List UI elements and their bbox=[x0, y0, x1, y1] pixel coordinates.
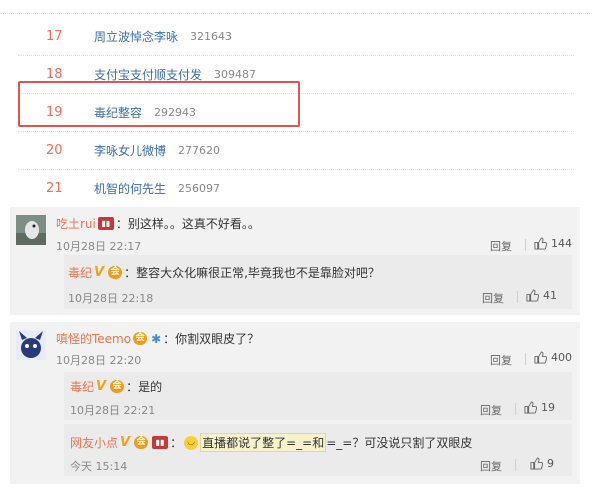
reply-time: 今天 15:14 bbox=[70, 460, 128, 473]
thumbs-up-icon bbox=[526, 289, 539, 302]
like-count: 9 bbox=[547, 457, 554, 470]
comment-author[interactable]: 嗔怪的Teemo bbox=[56, 330, 131, 347]
trend-rank: 21 bbox=[46, 181, 63, 196]
sub-reply: 毒纪 V 会 ：整容大众化嘛很正常,毕竟我也不是靠脸对吧？ 10月28日 22:… bbox=[64, 255, 572, 309]
comment-card: 嗔怪的Teemo 会 ✱ ：你割双眼皮了？ 10月28日 22:20 回复 40… bbox=[10, 322, 580, 484]
reply-text: =_=？可没说只割了双眼皮 bbox=[326, 436, 473, 450]
reply-text-quoted: 直播都说了整了=_=和 bbox=[200, 433, 327, 452]
badge-icon: ▮▮ bbox=[97, 217, 114, 230]
trend-count: 256097 bbox=[178, 182, 221, 195]
vip-icon: V bbox=[120, 435, 131, 450]
reply-button[interactable]: 回复 bbox=[482, 290, 504, 306]
member-icon: 会 bbox=[108, 266, 123, 279]
comment-time: 10月28日 22:17 bbox=[56, 240, 142, 253]
thumbs-up-icon bbox=[534, 351, 547, 364]
trend-count: 292943 bbox=[154, 106, 197, 119]
like-count: 19 bbox=[541, 401, 555, 414]
reply-text-prefix: ： bbox=[170, 436, 183, 450]
trend-count: 321643 bbox=[190, 30, 233, 43]
divider bbox=[515, 403, 516, 415]
trend-rank: 17 bbox=[46, 29, 63, 44]
trend-row[interactable]: 20 李咏女儿微博 277620 bbox=[18, 132, 574, 170]
like-count: 41 bbox=[543, 289, 557, 302]
reply-button[interactable]: 回复 bbox=[490, 238, 512, 254]
trend-title[interactable]: 毒纪整容 bbox=[94, 104, 142, 121]
like-count: 400 bbox=[551, 351, 572, 364]
trend-rank: 18 bbox=[46, 67, 63, 82]
reply-time: 10月28日 22:21 bbox=[70, 404, 156, 417]
comment-card: 吃土rui ▮▮ ：别这样。。这真不好看。。 10月28日 22:17 回复 1… bbox=[10, 207, 580, 315]
badge-icon: ✱ bbox=[151, 331, 162, 346]
trend-title[interactable]: 机智的何先生 bbox=[94, 180, 166, 197]
like-button[interactable]: 9 bbox=[530, 457, 554, 470]
thumbs-up-icon bbox=[534, 237, 547, 250]
top-divider bbox=[0, 0, 592, 14]
thumbs-up-icon bbox=[530, 457, 543, 470]
trend-rank: 20 bbox=[46, 143, 63, 158]
like-button[interactable]: 19 bbox=[524, 401, 555, 414]
member-icon: 会 bbox=[110, 380, 125, 393]
reply-button[interactable]: 回复 bbox=[490, 352, 512, 368]
trend-row[interactable]: 17 周立波悼念李咏 321643 bbox=[18, 18, 574, 56]
trend-row[interactable]: 19 毒纪整容 292943 bbox=[18, 94, 574, 132]
member-icon: 会 bbox=[133, 332, 148, 345]
comment-text: ：你割双眼皮了？ bbox=[163, 332, 260, 346]
avatar[interactable] bbox=[16, 330, 46, 360]
vip-icon: V bbox=[94, 265, 105, 280]
like-button[interactable]: 144 bbox=[534, 237, 572, 250]
emoji-icon: ◡ bbox=[184, 435, 199, 450]
divider bbox=[525, 353, 526, 365]
divider bbox=[515, 459, 516, 471]
like-count: 144 bbox=[551, 237, 572, 250]
comment-time: 10月28日 22:20 bbox=[56, 354, 142, 367]
comment-text: ：别这样。。这真不好看。。 bbox=[115, 217, 260, 231]
trend-title[interactable]: 周立波悼念李咏 bbox=[94, 28, 178, 45]
member-icon: 会 bbox=[134, 436, 149, 449]
comment-author[interactable]: 吃土rui bbox=[56, 215, 96, 232]
trend-title[interactable]: 支付宝支付顺支付发 bbox=[94, 66, 202, 83]
sub-reply: 网友小点 V 会 ▮▮ ： ◡ 直播都说了整了=_=和 =_=？可没说只割了双眼… bbox=[64, 424, 572, 476]
trend-title[interactable]: 李咏女儿微博 bbox=[94, 142, 166, 159]
avatar[interactable] bbox=[16, 215, 46, 245]
trend-count: 309487 bbox=[214, 68, 257, 81]
trend-count: 277620 bbox=[178, 144, 221, 157]
badge-icon: ▮▮ bbox=[152, 436, 169, 449]
reply-author[interactable]: 网友小点 bbox=[70, 434, 118, 451]
reply-author[interactable]: 毒纪 bbox=[70, 378, 94, 395]
reply-button[interactable]: 回复 bbox=[480, 458, 502, 474]
trend-rank: 19 bbox=[46, 105, 63, 120]
divider bbox=[525, 239, 526, 251]
divider bbox=[517, 291, 518, 303]
trend-row[interactable]: 18 支付宝支付顺支付发 309487 bbox=[18, 56, 574, 94]
reply-text: ：整容大众化嘛很正常,毕竟我也不是靠脸对吧？ bbox=[124, 266, 380, 280]
sub-reply: 毒纪 V 会 ：是的 10月28日 22:21 回复 19 bbox=[64, 372, 572, 420]
thumbs-up-icon bbox=[524, 401, 537, 414]
like-button[interactable]: 41 bbox=[526, 289, 557, 302]
vip-icon: V bbox=[96, 379, 107, 394]
trend-row[interactable]: 21 机智的何先生 256097 bbox=[18, 170, 574, 208]
reply-text: ：是的 bbox=[126, 380, 163, 394]
reply-button[interactable]: 回复 bbox=[480, 402, 502, 418]
like-button[interactable]: 400 bbox=[534, 351, 572, 364]
hot-search-list: 17 周立波悼念李咏 321643 18 支付宝支付顺支付发 309487 19… bbox=[18, 18, 574, 208]
reply-author[interactable]: 毒纪 bbox=[68, 264, 92, 281]
reply-time: 10月28日 22:18 bbox=[68, 292, 154, 305]
